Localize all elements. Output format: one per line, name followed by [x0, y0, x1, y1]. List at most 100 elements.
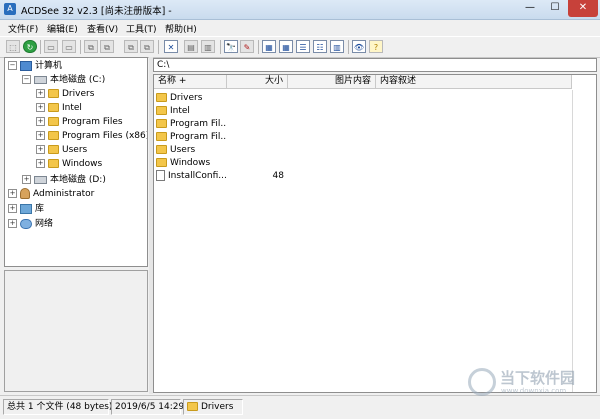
delete-icon[interactable]: ✕ [164, 40, 178, 53]
menu-view[interactable]: 查看(V) [87, 22, 118, 35]
watermark: 当下软件园 www.downxia.com [468, 366, 598, 400]
column-description[interactable]: 内容叙述 [376, 75, 572, 89]
expand-icon[interactable]: + [22, 175, 31, 184]
toolbar-separator [348, 40, 349, 54]
help-icon[interactable]: ? [369, 40, 383, 53]
tree-item-computer[interactable]: − 计算机 [8, 60, 62, 73]
expand-icon[interactable]: + [36, 145, 45, 154]
column-size[interactable]: 大小 [227, 75, 288, 89]
tree-item-program-files-x86[interactable]: + Program Files (x86) [36, 130, 147, 143]
find-icon[interactable]: 🔭 [224, 40, 238, 53]
tree-item-drive-c[interactable]: − 本地磁盘 (C:) [22, 74, 105, 87]
folder-icon [156, 93, 167, 102]
tree-item-intel[interactable]: + Intel [36, 102, 82, 115]
up-folder-icon[interactable]: ⬚ [6, 40, 20, 53]
window-title: ACDSee 32 v2.3 [尚未注册版本] - [21, 6, 172, 17]
toolbar-separator [40, 40, 41, 54]
column-image-content[interactable]: 图片内容 [288, 75, 376, 89]
expand-icon[interactable]: + [36, 131, 45, 140]
list-view-icon[interactable]: ☰ [296, 40, 310, 53]
tree-item-library[interactable]: + 库 [8, 203, 44, 216]
file-row[interactable]: Drivers [154, 92, 574, 105]
menu-tools[interactable]: 工具(T) [126, 22, 157, 35]
folder-icon [48, 89, 59, 98]
drive-icon [34, 175, 47, 184]
status-folder: Drivers [183, 399, 243, 415]
tree-item-administrator[interactable]: + Administrator [8, 188, 94, 201]
refresh-icon[interactable]: ↻ [23, 40, 37, 53]
menu-help[interactable]: 帮助(H) [165, 22, 197, 35]
expand-icon[interactable]: + [36, 89, 45, 98]
toolbar-separator [258, 40, 259, 54]
minimize-button[interactable]: — [518, 0, 542, 17]
maximize-button[interactable]: ☐ [543, 0, 567, 17]
preview-pane [4, 270, 148, 392]
file-row[interactable]: Program Fil... [154, 118, 574, 131]
view-image-icon[interactable]: 👁 [352, 40, 366, 53]
file-list[interactable]: 名称 + 大小 图片内容 内容叙述 Drivers Intel Program … [153, 74, 597, 393]
tree-item-network[interactable]: + 网络 [8, 218, 53, 231]
file-row[interactable]: Intel [154, 105, 574, 118]
address-input[interactable]: C:\ [153, 58, 597, 72]
document-icon[interactable]: ▥ [201, 40, 215, 53]
folder-icon [156, 106, 167, 115]
large-icons-icon[interactable]: ▦ [262, 40, 276, 53]
folder-icon [48, 117, 59, 126]
toolbar: ⬚ ↻ ▭ ▭ ⧉ ⧉ ⧉ ⧉ ✕ ▤ ▥ 🔭 ✎ ▦ ▦ ☰ ☷ ▥ 👁 ? [0, 36, 600, 58]
tree-item-drive-d[interactable]: + 本地磁盘 (D:) [22, 174, 106, 187]
collapse-icon[interactable]: − [22, 75, 31, 84]
folder-icon [156, 158, 167, 167]
expand-icon[interactable]: + [36, 117, 45, 126]
close-button[interactable]: ✕ [568, 0, 598, 17]
view-icon[interactable]: ▭ [62, 40, 76, 53]
status-date: 2019/6/5 14:29 [111, 399, 184, 415]
menu-edit[interactable]: 编辑(E) [47, 22, 78, 35]
expand-icon[interactable]: + [8, 204, 17, 213]
folder-icon [48, 159, 59, 168]
details-view-icon[interactable]: ☷ [313, 40, 327, 53]
folder-icon [156, 132, 167, 141]
folder-icon [187, 402, 198, 411]
paste-icon[interactable]: ⧉ [140, 40, 154, 53]
cut-icon[interactable]: ⧉ [124, 40, 138, 53]
title-bar: A ACDSee 32 v2.3 [尚未注册版本] - — ☐ ✕ [0, 0, 600, 20]
computer-icon [20, 60, 32, 71]
status-summary: 总共 1 个文件 (48 bytes) [3, 399, 112, 415]
tree-item-windows[interactable]: + Windows [36, 158, 102, 171]
folder-icon [48, 103, 59, 112]
watermark-title: 当下软件园 [500, 369, 576, 387]
copy-icon[interactable]: ⧉ [84, 40, 98, 53]
folder-icon [156, 119, 167, 128]
browse-icon[interactable]: ▭ [44, 40, 58, 53]
properties-icon[interactable]: ▤ [184, 40, 198, 53]
app-icon: A [4, 3, 16, 15]
expand-icon[interactable]: + [8, 189, 17, 198]
network-icon [20, 218, 32, 229]
collapse-icon[interactable]: − [8, 61, 17, 70]
file-row[interactable]: InstallConfi... 48 [154, 170, 574, 183]
small-icons-icon[interactable]: ▦ [279, 40, 293, 53]
file-row[interactable]: Users [154, 144, 574, 157]
file-icon [156, 170, 165, 181]
watermark-logo-icon [468, 368, 496, 396]
file-row[interactable]: Windows [154, 157, 574, 170]
tree-item-program-files[interactable]: + Program Files [36, 116, 123, 129]
toolbar-separator [220, 40, 221, 54]
menu-file[interactable]: 文件(F) [8, 22, 38, 35]
tools-icon[interactable]: ✎ [240, 40, 254, 53]
column-name[interactable]: 名称 + [154, 75, 227, 89]
tree-item-drivers[interactable]: + Drivers [36, 88, 94, 101]
expand-icon[interactable]: + [8, 219, 17, 228]
folder-icon [48, 145, 59, 154]
expand-icon[interactable]: + [36, 159, 45, 168]
paste-icon[interactable]: ⧉ [100, 40, 114, 53]
folder-tree[interactable]: − 计算机 − 本地磁盘 (C:) + Drivers + Intel + Program… [4, 57, 148, 267]
folder-icon [48, 131, 59, 140]
user-icon [20, 188, 30, 199]
tree-item-users[interactable]: + Users [36, 144, 87, 157]
thumbnails-icon[interactable]: ▥ [330, 40, 344, 53]
expand-icon[interactable]: + [36, 103, 45, 112]
toolbar-separator [158, 40, 159, 54]
toolbar-separator [80, 40, 81, 54]
file-row[interactable]: Program Fil... [154, 131, 574, 144]
